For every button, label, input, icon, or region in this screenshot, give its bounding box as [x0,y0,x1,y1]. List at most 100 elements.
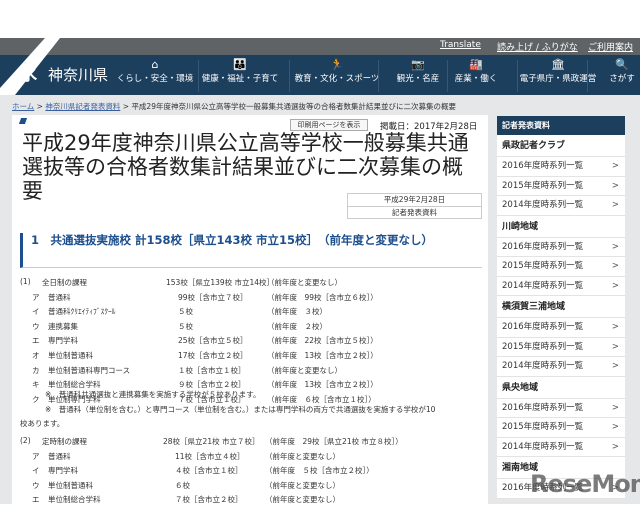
table-row: カ単位制普通科専門コース １校［含市立１校］ （前年度と変更なし） [20,365,480,379]
watermark: ReseMom. [530,470,640,498]
nav-item-label: 教育・文化・スポーツ [294,74,380,84]
cell-a: (1) [20,277,31,286]
cell-a: イ [32,307,40,317]
nav-divider [586,60,588,92]
sidebar-item[interactable]: 2015年度時系列一覧 > [497,257,625,277]
print-button[interactable]: 印刷用ページを表示 [290,119,368,131]
sidebar-item-label: 2014年度時系列一覧 [502,200,584,210]
cell-d: （前年度 ５校［含市立２校］） [265,466,374,476]
sidebar-item[interactable]: 2014年度時系列一覧 > [497,438,625,457]
nav-item[interactable]: 🔍 さがす [602,58,640,84]
table-row: (1) 全日制の課程 153校［県立139校 市立14校］ （前年度と変更なし） [20,277,480,291]
section-heading: 1 共通選抜実施校 計158校［県立143校 市立15校］ （前年度と変更なし） [20,233,482,268]
translate-link[interactable]: Translate [440,40,481,50]
sidebar-item[interactable]: 2014年度時系列一覧 > [497,277,625,296]
cell-b: 連携募集 [48,321,78,331]
release-date: 平成29年2月28日 [383,195,446,204]
cell-a: ア [32,451,40,461]
note: ※ 普通科共通選抜と連携募集を実施する学校が５校あります。 [45,390,261,399]
cell-d: （前年度と変更なし） [267,365,342,375]
cell-a: ウ [32,321,40,331]
cell-c: ４校［含市立１校］ [175,466,243,476]
sidebar-item-label: 2015年度時系列一覧 [502,261,584,271]
table-row: ウ単位制普通科 ６校 （前年度と変更なし） [20,480,480,494]
cell-c: ５校 [178,307,193,317]
sidebar-item-label: 2016年度時系列一覧 [502,322,584,332]
cell-c: ６校 [175,480,190,490]
nav-item-label: 産業・働く [454,74,498,84]
sidebar-group-title[interactable]: 県央地域 [497,377,625,399]
cell-d: （前年度 ２校） [267,321,327,331]
sidebar-item-label: 2015年度時系列一覧 [502,180,584,191]
sidebar-header[interactable]: 記者発表資料 [497,116,625,135]
sidebar-group-title[interactable]: 横須賀三浦地域 [497,296,625,318]
cell-c: 11校［含市立４校］ [175,451,245,461]
cell-d: （前年度 29校［県立21校 市立８校］） [265,437,403,446]
table-row: (2) 定時制の課程 28校［県立21校 市立７校］ （前年度 29校［県立21校 市… [20,436,480,450]
cell-d: （前年度 13校［含市立２校］） [267,380,378,390]
chevron-right-icon: > [611,280,619,291]
breadcrumb-parent[interactable]: 神奈川県記者発表資料 [45,102,120,111]
utility-bar: Translate 読み上げ / ふりがな ご利用案内 [0,38,640,55]
nav-item[interactable]: ⌂ くらし・安全・環境 [110,58,200,84]
read-aloud-link[interactable]: 読み上げ / ふりがな [497,40,578,53]
sidebar: 記者発表資料 県政記者クラブ 2016年度時系列一覧 >2015年度時系列一覧 >20… [497,116,625,499]
cell-b: 単位制普通科 [48,351,93,360]
sidebar-item[interactable]: 2014年度時系列一覧 > [497,357,625,377]
sidebar-item[interactable]: 2016年度時系列一覧 > [497,238,625,257]
nav-divider [288,60,290,92]
nav-item[interactable]: 🏛 電子県庁・県政運営 [513,58,603,84]
sidebar-item[interactable]: 2015年度時系列一覧 > [497,338,625,357]
sidebar-item[interactable]: 2015年度時系列一覧 > [497,418,625,438]
search-icon: 🔍 [615,58,629,71]
table-row: オ単位制普通科 17校［含市立２校］ （前年度 13校［含市立２校］） [20,350,480,364]
date-box: 平成29年2月28日 記者発表資料 [347,193,482,219]
sidebar-item-label: 2014年度時系列一覧 [502,441,584,452]
cell-c: 17校［含市立２校］ [178,351,248,360]
sidebar-item-label: 2014年度時系列一覧 [502,280,584,291]
table-row: エ単位制総合学科 ７校［含市立２校］ （前年度と変更なし） [20,494,480,508]
sidebar-group-title[interactable]: 川崎地域 [497,216,625,238]
table-row: イ専門学科 ４校［含市立１校］ （前年度 ５校［含市立２校］） [20,465,480,479]
breadcrumb-home[interactable]: ホーム [12,102,34,111]
cell-d: （前年度 ３校） [267,307,327,317]
sidebar-item-label: 2016年度時系列一覧 [502,161,584,171]
nav-item[interactable]: 🏃 教育・文化・スポーツ [292,58,382,84]
nav-item[interactable]: 🏭 産業・働く [431,58,521,84]
kanagawa-logo-icon[interactable]: ⽔ [20,60,42,85]
cell-d: （前年度 22校［含市立５校］） [267,336,378,346]
cell-b: 全日制の課程 [42,278,87,287]
table-row: ア普通科 99校［含市立７校］ （前年度 99校［含市立６校］） [20,292,480,306]
chevron-right-icon: > [611,241,619,252]
chevron-right-icon: > [611,200,619,210]
cell-a: ウ [32,480,40,490]
guide-link[interactable]: ご利用案内 [588,40,633,53]
chevron-right-icon: > [611,441,619,452]
cell-c: 153校［県立139校 市立14校］ [166,278,275,287]
sidebar-group-title[interactable]: 県政記者クラブ [497,135,625,157]
sidebar-item-label: 2015年度時系列一覧 [502,422,584,432]
cell-c: 28校［県立21校 市立７校］ [163,437,260,446]
sidebar-item[interactable]: 2016年度時系列一覧 > [497,318,625,338]
nav-item-label: 電子県庁・県政運営 [519,74,597,84]
breadcrumb-current: 平成29年度神奈川県公立高等学校一般募集共通選抜等の合格者数集計結果並びに二次募… [131,102,456,111]
cell-a: エ [32,336,40,346]
chevron-right-icon: > [611,341,619,352]
sidebar-item-label: 2015年度時系列一覧 [502,341,584,352]
sidebar-item[interactable]: 2014年度時系列一覧 > [497,196,625,216]
sidebar-item[interactable]: 2016年度時系列一覧 > [497,399,625,418]
nav-item-label: 健康・福祉・子育て [201,74,279,84]
site-name[interactable]: 神奈川県 [48,64,108,85]
breadcrumb-sep: > [122,102,130,111]
cell-d: （前年度 99校［含市立６校］） [267,292,378,302]
nav-item[interactable]: 👪 健康・福祉・子育て [195,58,285,84]
sidebar-item-label: 2016年度時系列一覧 [502,241,584,252]
cell-c: 25校［含市立５校］ [178,336,248,346]
chevron-right-icon: > [611,322,619,332]
table-row: エ専門学科 25校［含市立５校］ （前年度 22校［含市立５校］） [20,335,480,349]
cell-d: （前年度と変更なし） [267,278,342,287]
sidebar-item[interactable]: 2016年度時系列一覧 > [497,157,625,177]
chevron-right-icon: > [611,402,619,413]
sidebar-item[interactable]: 2015年度時系列一覧 > [497,177,625,196]
note: ※ 普通科（単位制を含む。）と専門コース（単位制を含む。）または専門学科の両方で… [45,405,436,414]
